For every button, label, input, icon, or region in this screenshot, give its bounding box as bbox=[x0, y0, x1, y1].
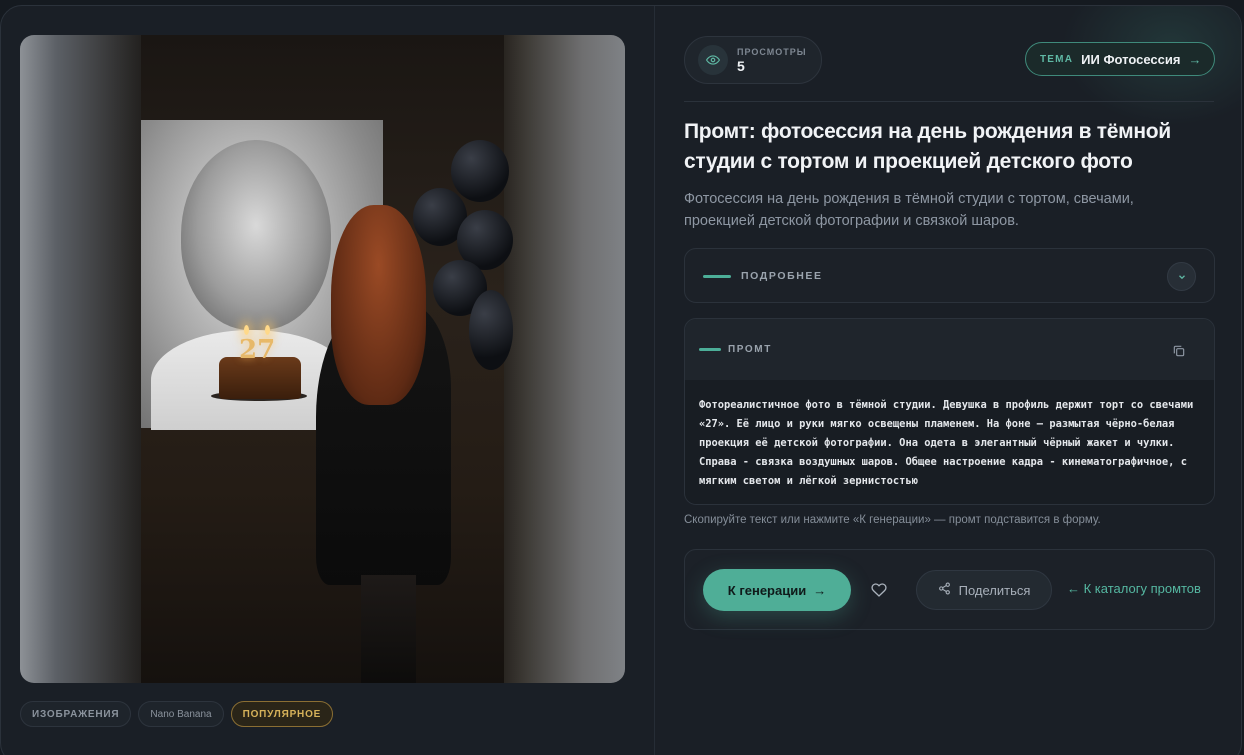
chevron-down-icon[interactable] bbox=[1167, 262, 1196, 291]
tag-list: ИЗОБРАЖЕНИЯ Nano Banana ПОПУЛЯРНОЕ bbox=[20, 701, 334, 727]
generate-button[interactable]: К генерации → bbox=[703, 569, 851, 611]
generate-label: К генерации bbox=[727, 582, 807, 598]
arrow-right-icon: → bbox=[813, 582, 827, 598]
share-icon bbox=[938, 582, 951, 598]
legs bbox=[361, 575, 416, 683]
arrow-right-icon: → bbox=[1188, 51, 1202, 67]
views-count: 5 bbox=[737, 57, 745, 74]
page-title: Промт: фотосессия на день рождения в тём… bbox=[684, 120, 1171, 173]
theme-label: ТЕМА bbox=[1040, 53, 1074, 65]
child-face bbox=[181, 140, 331, 330]
preview-image[interactable]: 27 bbox=[20, 35, 625, 683]
candle-flame bbox=[265, 325, 270, 335]
actions-panel: К генерации → Поделиться ← К каталогу пр… bbox=[684, 549, 1215, 630]
theme-value: ИИ Фотосессия bbox=[1081, 51, 1181, 67]
candle-number: 27 bbox=[239, 335, 276, 365]
prompt-header: ПРОМТ bbox=[685, 319, 1214, 380]
details-label: ПОДРОБНЕЕ bbox=[741, 270, 823, 282]
red-hair bbox=[331, 205, 426, 405]
copy-hint: Скопируйте текст или нажмите «К генераци… bbox=[684, 514, 1101, 526]
tag-popular[interactable]: ПОПУЛЯРНОЕ bbox=[230, 701, 334, 727]
woman-figure bbox=[316, 205, 466, 683]
share-button[interactable]: Поделиться bbox=[916, 570, 1052, 610]
photo-scene: 27 bbox=[141, 35, 513, 683]
theme-link[interactable]: ТЕМА ИИ Фотосессия → bbox=[1025, 42, 1215, 76]
candle-flame bbox=[244, 325, 249, 335]
copy-icon[interactable] bbox=[1167, 339, 1191, 363]
accent-dash bbox=[699, 348, 721, 351]
heart-icon[interactable] bbox=[866, 577, 892, 603]
tag-category[interactable]: ИЗОБРАЖЕНИЯ bbox=[20, 701, 132, 727]
eye-icon bbox=[698, 45, 728, 75]
header-divider bbox=[684, 101, 1214, 102]
views-counter: ПРОСМОТРЫ 5 bbox=[684, 36, 822, 84]
column-divider bbox=[654, 6, 655, 755]
share-label: Поделиться bbox=[958, 582, 1031, 598]
prompt-text[interactable]: Фотореалистичное фото в тёмной студии. Д… bbox=[685, 380, 1214, 504]
prompt-label: ПРОМТ bbox=[728, 344, 772, 355]
page-subtitle: Фотосессия на день рождения в тёмной сту… bbox=[684, 191, 1134, 229]
views-label: ПРОСМОТРЫ bbox=[737, 46, 807, 57]
back-to-catalog-link[interactable]: ← К каталогу промтов bbox=[1067, 581, 1201, 596]
details-accordion[interactable]: ПОДРОБНЕЕ bbox=[684, 248, 1215, 303]
prompt-panel: ПРОМТ Фотореалистичное фото в тёмной сту… bbox=[684, 318, 1215, 505]
prompt-detail-card: 27 ИЗОБРАЖЕНИЯ Nano Banana ПОПУЛЯРНОЕ ПР… bbox=[0, 5, 1242, 755]
accent-dash bbox=[703, 275, 731, 278]
tag-model[interactable]: Nano Banana bbox=[138, 701, 224, 727]
